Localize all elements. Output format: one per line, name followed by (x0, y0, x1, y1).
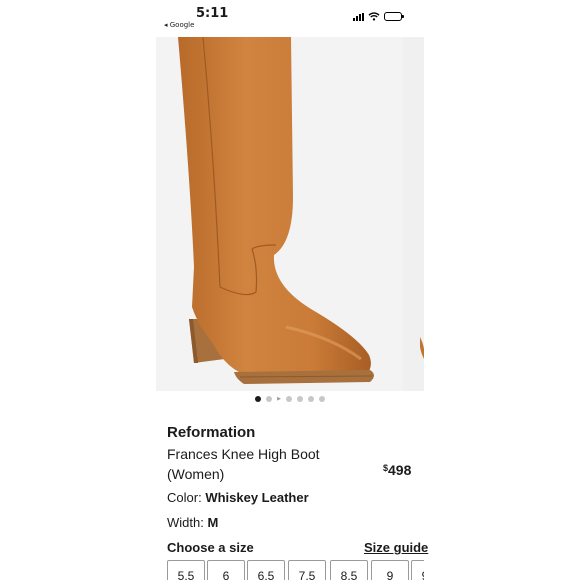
size-option[interactable]: 9 (371, 560, 409, 580)
size-option[interactable]: 7.5 (288, 560, 326, 580)
boot-image (178, 37, 374, 384)
size-option[interactable]: 6.5 (247, 560, 285, 580)
color-selection: Color: Whiskey Leather (167, 490, 309, 505)
size-option[interactable]: 6 (207, 560, 245, 580)
carousel-dot[interactable] (296, 396, 303, 402)
cellular-signal-icon (353, 12, 364, 21)
next-boot-image (420, 337, 424, 359)
width-label: Width: (167, 515, 204, 530)
status-icons (353, 12, 404, 21)
size-guide-link[interactable]: Size guide (364, 540, 428, 555)
carousel-dot[interactable] (307, 396, 314, 402)
product-image-carousel[interactable] (156, 37, 424, 391)
product-name: Frances Knee High Boot (Women) (167, 446, 320, 482)
carousel-pagination[interactable]: ▶ (0, 396, 580, 402)
size-options: 5.5 6 6.5 7.5 8.5 9 9.5 (167, 560, 424, 580)
product-image[interactable] (156, 37, 401, 391)
width-selection: Width: M (167, 515, 218, 530)
price-currency: $ (383, 463, 389, 473)
status-time: 5:11 (196, 6, 229, 21)
carousel-dot[interactable] (266, 396, 273, 402)
size-option[interactable]: 5.5 (167, 560, 205, 580)
video-play-icon[interactable]: ▶ (277, 396, 281, 402)
color-value: Whiskey Leather (205, 490, 309, 505)
carousel-dot[interactable] (318, 396, 325, 402)
next-product-image-peek[interactable] (403, 37, 424, 391)
status-bar: 5:11 ◂ Google (156, 0, 424, 34)
width-value: M (207, 515, 219, 530)
carousel-dot[interactable] (255, 396, 262, 402)
product-price: $498 (383, 462, 411, 478)
price-amount: 498 (388, 462, 412, 478)
color-label: Color: (167, 490, 202, 505)
size-option[interactable]: 8.5 (330, 560, 368, 580)
size-option[interactable]: 9.5 (411, 560, 424, 580)
battery-icon (384, 12, 404, 21)
carousel-dot[interactable] (285, 396, 292, 402)
choose-size-heading: Choose a size (167, 540, 254, 555)
product-brand[interactable]: Reformation (167, 424, 255, 441)
back-to-google-link[interactable]: ◂ Google (164, 21, 194, 29)
wifi-icon (368, 12, 380, 21)
